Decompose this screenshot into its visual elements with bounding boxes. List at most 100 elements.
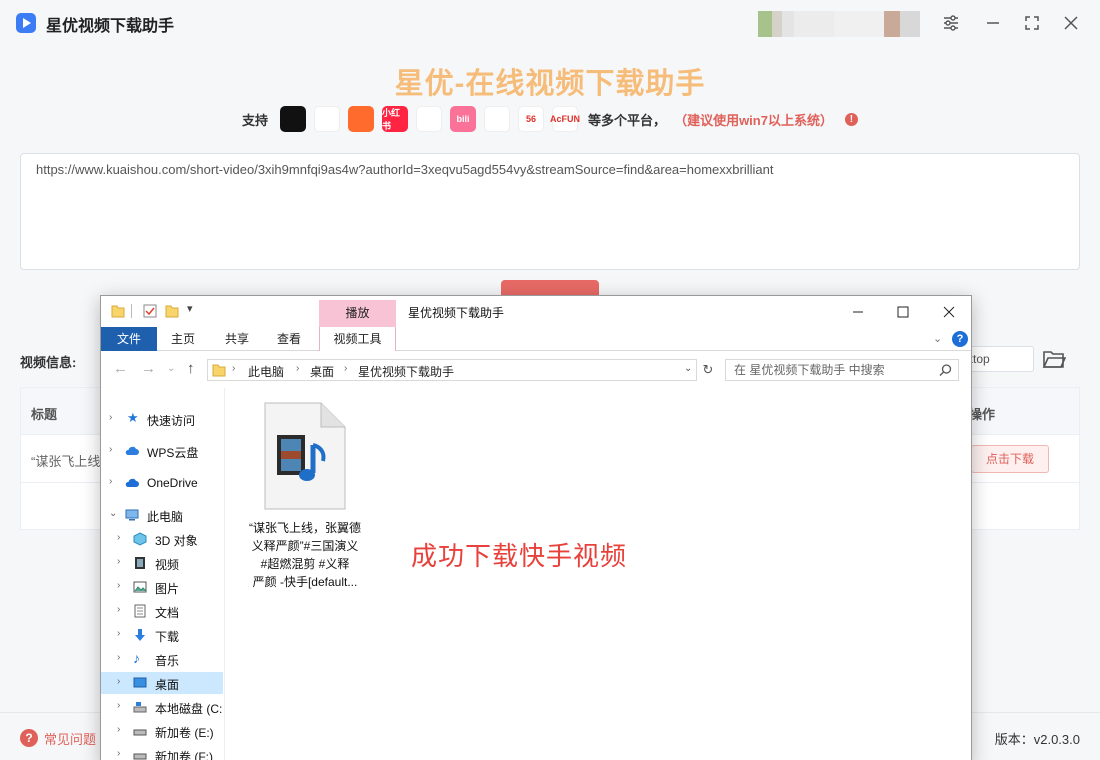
quick-access-dropdown-icon[interactable]: ▾	[187, 302, 193, 315]
hero-title: 星优-在线视频下载助手	[394, 68, 706, 100]
nav-downloads[interactable]: › 下载	[101, 624, 223, 646]
breadcrumb-this-pc[interactable]: 此电脑	[248, 363, 284, 380]
douyin-icon	[280, 106, 307, 132]
ribbon-tabs: 文件 主页 共享 查看 视频工具 ⌄ ?	[101, 327, 971, 351]
nav-onedrive[interactable]: › OneDrive	[101, 472, 223, 494]
star-icon: ★	[127, 410, 139, 425]
acfun-icon: AcFUN	[550, 106, 580, 132]
tab-home[interactable]: 主页	[161, 327, 205, 351]
folder-icon	[212, 364, 226, 377]
maximize-icon[interactable]	[1019, 10, 1045, 36]
search-input[interactable]: 在 星优视频下载助手 中搜索	[725, 359, 959, 381]
kuaishou-icon	[348, 106, 375, 132]
more-platforms-text: 等多个平台，	[588, 112, 667, 128]
cube-icon	[133, 532, 147, 546]
url-input[interactable]: https://www.kuaishou.com/short-video/3xi…	[20, 153, 1080, 270]
ribbon-expand-icon[interactable]: ⌄	[933, 332, 942, 345]
title-bar: 星优视频下载助手	[0, 0, 1100, 46]
desktop-icon	[133, 677, 147, 688]
cloud-icon	[125, 478, 139, 487]
film-icon	[135, 557, 145, 569]
nav-videos[interactable]: › 视频	[101, 552, 223, 574]
cloud-icon	[125, 446, 139, 455]
nav-pictures[interactable]: › 图片	[101, 576, 223, 598]
search-icon	[939, 364, 952, 376]
version-label: 版本：v2.0.3.0	[994, 732, 1080, 747]
settings-icon[interactable]	[938, 10, 964, 36]
address-row: ← → ⌄ ↑ › 此电脑 › 桌面 › 星优视频下载助手 ⌄ ↻ 在 星优视频…	[101, 352, 971, 386]
nav-desktop[interactable]: › 桌面	[101, 672, 223, 694]
minimize-icon[interactable]	[980, 10, 1006, 36]
video-info-label: 视频信息:	[20, 355, 77, 370]
info-icon[interactable]: !	[844, 112, 858, 126]
header-action: 操作	[969, 407, 996, 422]
app-logo-icon	[16, 13, 36, 33]
explorer-close-icon[interactable]	[939, 302, 959, 322]
support-label: 支持	[242, 112, 269, 128]
forward-icon[interactable]: →	[141, 360, 156, 377]
nav-music[interactable]: › ♪ 音乐	[101, 648, 223, 670]
context-tab-header: 播放	[319, 300, 396, 327]
nav-this-pc[interactable]: ⌄ 此电脑	[101, 504, 223, 526]
back-icon[interactable]: ←	[113, 360, 128, 377]
document-icon	[134, 604, 146, 618]
explorer-title-bar: ▾ 播放 星优视频下载助手	[101, 296, 971, 327]
properties-icon[interactable]	[143, 304, 157, 318]
cctv-icon	[484, 106, 511, 132]
breadcrumb-desktop[interactable]: 桌面	[310, 363, 334, 380]
computer-icon	[125, 509, 139, 521]
row-title: “谋张飞上线	[31, 454, 101, 469]
tencent-video-icon	[416, 106, 443, 132]
file-explorer-window: ▾ 播放 星优视频下载助手 文件 主页 共享 查看 视频工具 ⌄ ? ← → ⌄…	[100, 295, 972, 760]
chevron-right-icon: ›	[232, 363, 236, 374]
address-dropdown-icon[interactable]: ⌄	[684, 363, 692, 374]
nav-local-disk[interactable]: › 本地磁盘 (C:	[101, 696, 223, 718]
avatar[interactable]	[758, 11, 920, 37]
question-icon[interactable]: ?	[20, 729, 38, 747]
nav-quick-access[interactable]: › ★ 快速访问	[101, 408, 223, 430]
nav-volume-f[interactable]: › 新加卷 (F:)	[101, 744, 223, 760]
drive-icon	[133, 729, 147, 736]
address-bar[interactable]: › 此电脑 › 桌面 › 星优视频下载助手 ⌄	[207, 359, 697, 381]
download-arrow-icon	[135, 629, 145, 641]
navigation-pane: › ★ 快速访问 › WPS云盘 › OneDrive ⌄ 此电脑 › 3D 对…	[101, 388, 225, 760]
tab-share[interactable]: 共享	[215, 327, 259, 351]
drive-icon	[133, 753, 147, 760]
success-annotation: 成功下载快手视频	[411, 541, 628, 571]
close-icon[interactable]	[1058, 10, 1084, 36]
tab-view[interactable]: 查看	[267, 327, 311, 351]
nav-3d-objects[interactable]: › 3D 对象	[101, 528, 223, 550]
drive-icon	[133, 702, 147, 713]
help-icon[interactable]: ?	[952, 331, 968, 347]
bilibili-icon: bili	[450, 106, 477, 132]
open-folder-icon[interactable]	[1042, 348, 1066, 370]
refresh-icon[interactable]: ↻	[699, 359, 717, 381]
app-name: 星优视频下载助手	[46, 18, 175, 35]
video-file-icon	[264, 402, 346, 510]
tab-video-tools[interactable]: 视频工具	[319, 327, 396, 351]
nav-documents[interactable]: › 文档	[101, 600, 223, 622]
file-name: “谋张飞上线，张翼德 义释严颜”#三国演义 #超燃混剪 #义释 严颜 -快手[d…	[249, 521, 361, 589]
faq-link[interactable]: 常见问题	[44, 729, 96, 748]
system-hint: （建议使用win7以上系统）	[674, 112, 833, 128]
explorer-minimize-icon[interactable]	[848, 302, 868, 322]
picture-icon	[133, 581, 147, 593]
explorer-maximize-icon[interactable]	[893, 302, 913, 322]
header-title: 标题	[31, 407, 58, 422]
chevron-right-icon: ›	[344, 363, 348, 374]
explorer-window-title: 星优视频下载助手	[408, 306, 505, 320]
breadcrumb-folder[interactable]: 星优视频下载助手	[358, 363, 454, 380]
nav-volume-e[interactable]: › 新加卷 (E:)	[101, 720, 223, 742]
tab-file[interactable]: 文件	[101, 327, 157, 351]
folder-icon[interactable]	[111, 304, 125, 318]
download-button[interactable]: 点击下载	[971, 445, 1049, 473]
platform-row: 支持 小红书 bili 56 AcFUN 等多个平台， （建议使用win7以上系统） …	[0, 104, 1100, 134]
app-window: 星优视频下载助手 星优-在线视频下载助手 支持 小红书 bili 56 AcFUN 等…	[0, 0, 1100, 760]
xiaohongshu-icon: 小红书	[382, 106, 409, 132]
recent-dropdown-icon[interactable]: ⌄	[167, 363, 175, 374]
up-icon[interactable]: ↑	[187, 360, 195, 377]
chevron-right-icon: ›	[296, 363, 300, 374]
nav-wps[interactable]: › WPS云盘	[101, 440, 223, 462]
music-note-icon: ♪	[133, 650, 140, 666]
new-folder-icon[interactable]	[165, 304, 179, 318]
